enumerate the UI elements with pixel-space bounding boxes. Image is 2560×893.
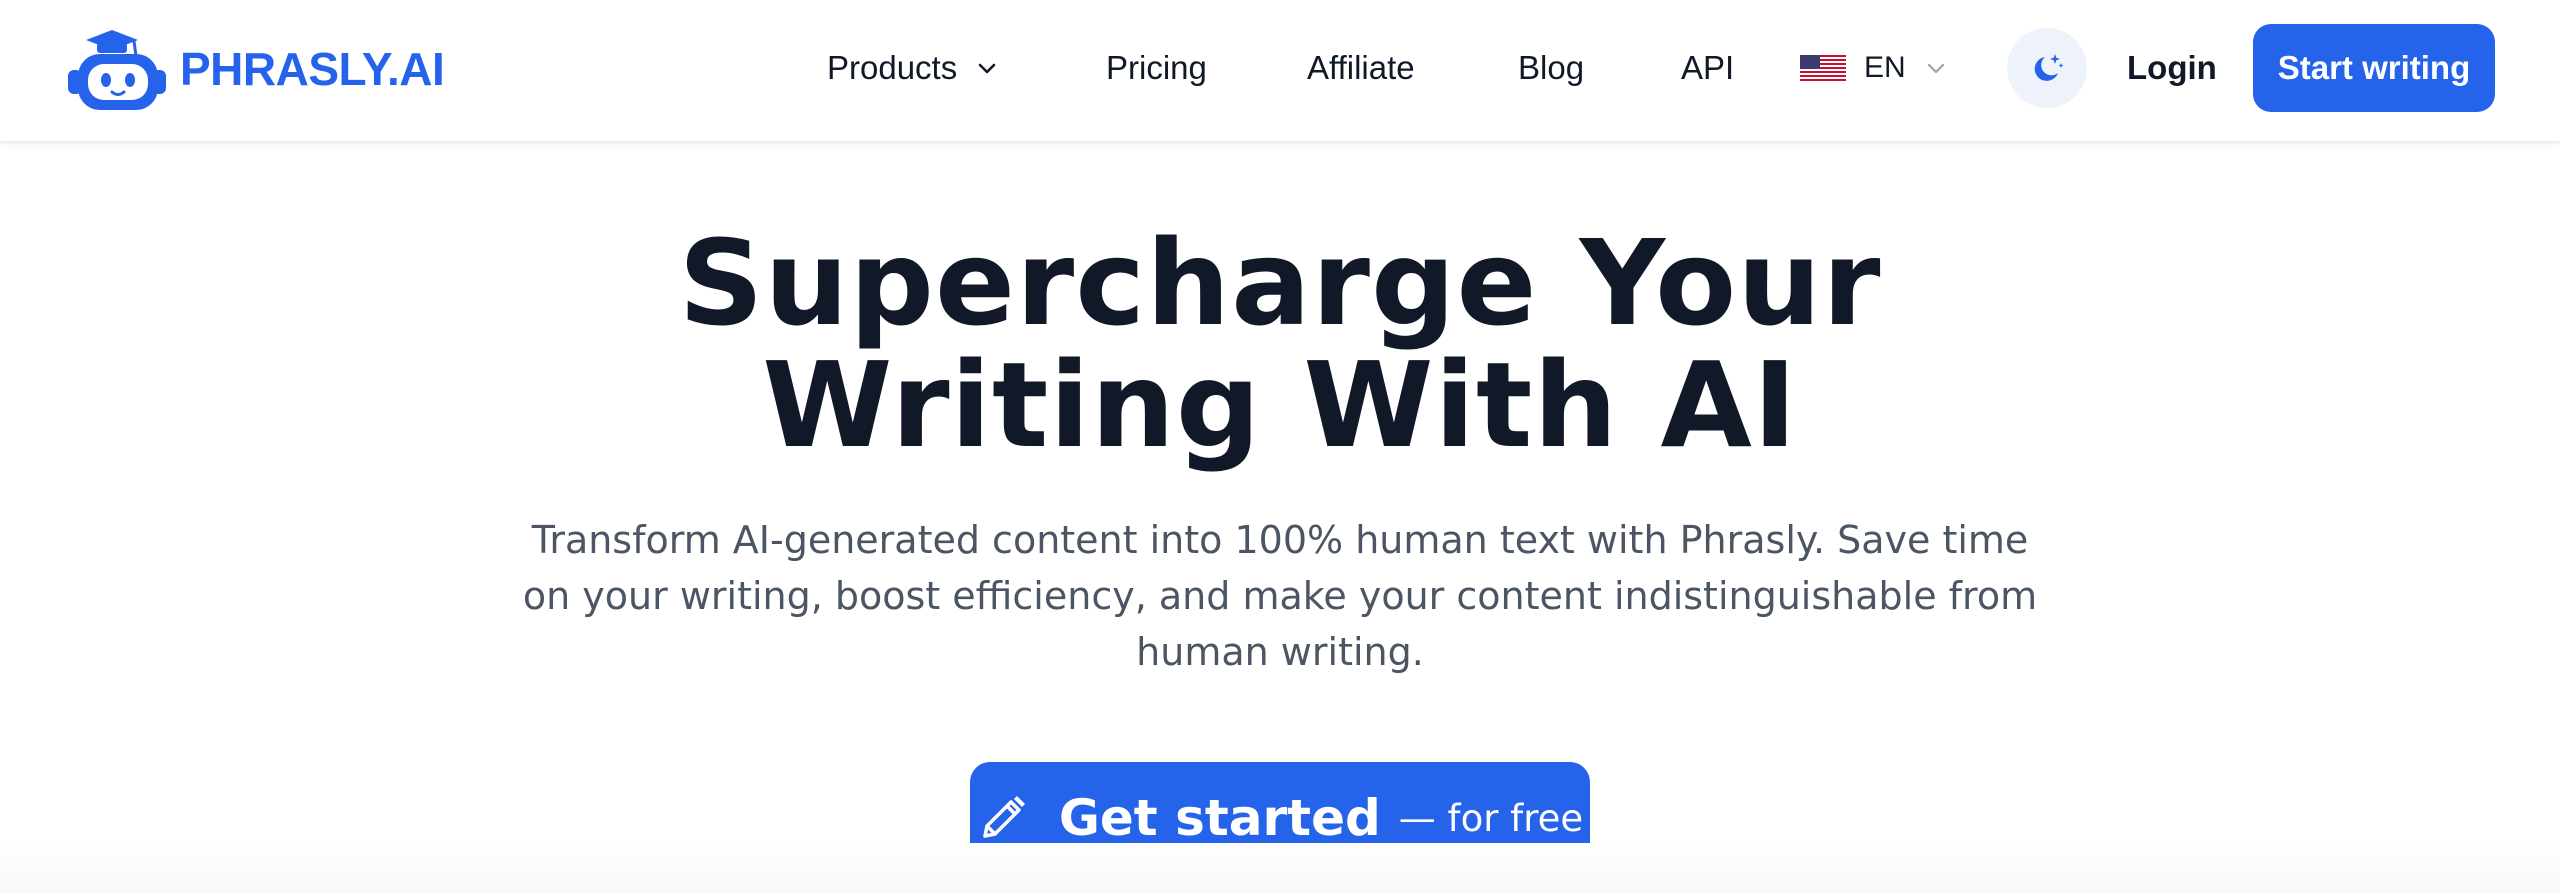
nav-products[interactable]: Products [827,46,999,90]
language-selector[interactable]: EN [1800,46,1948,90]
theme-toggle-button[interactable] [2007,28,2087,108]
get-started-label: Get started [1058,789,1381,847]
language-code: EN [1864,51,1906,84]
chevron-down-icon [978,63,996,74]
login-link[interactable]: Login [2127,46,2217,90]
us-flag-icon [1800,55,1846,81]
hero-title-line-2: Writing With AI [762,336,1798,474]
chevron-down-icon [1927,63,1944,74]
site-header: PHRASLY.AI Products Pricing Affiliate Bl… [0,0,2560,143]
nav-affiliate[interactable]: Affiliate [1307,46,1415,90]
for-free-label: — for free [1398,796,1584,840]
start-writing-button[interactable]: Start writing [2253,24,2495,112]
nav-products-label: Products [827,49,958,86]
nav-api[interactable]: API [1681,46,1734,90]
hero-title-line-1: Supercharge Your [678,214,1882,352]
logo-link[interactable]: PHRASLY.AI [64,26,445,112]
robot-logo-icon [68,30,166,110]
section-divider [0,843,2560,893]
nav-pricing[interactable]: Pricing [1106,46,1207,90]
logo-text: PHRASLY.AI [180,43,445,95]
pencil-icon [983,796,1025,838]
hero-subtitle: Transform AI-generated content into 100%… [522,518,2038,674]
page: PHRASLY.AI Products Pricing Affiliate Bl… [0,0,2560,893]
nav-blog[interactable]: Blog [1518,46,1584,90]
hero-title: Supercharge Your Writing With AI [0,222,2560,466]
moon-stars-icon [2034,54,2064,81]
